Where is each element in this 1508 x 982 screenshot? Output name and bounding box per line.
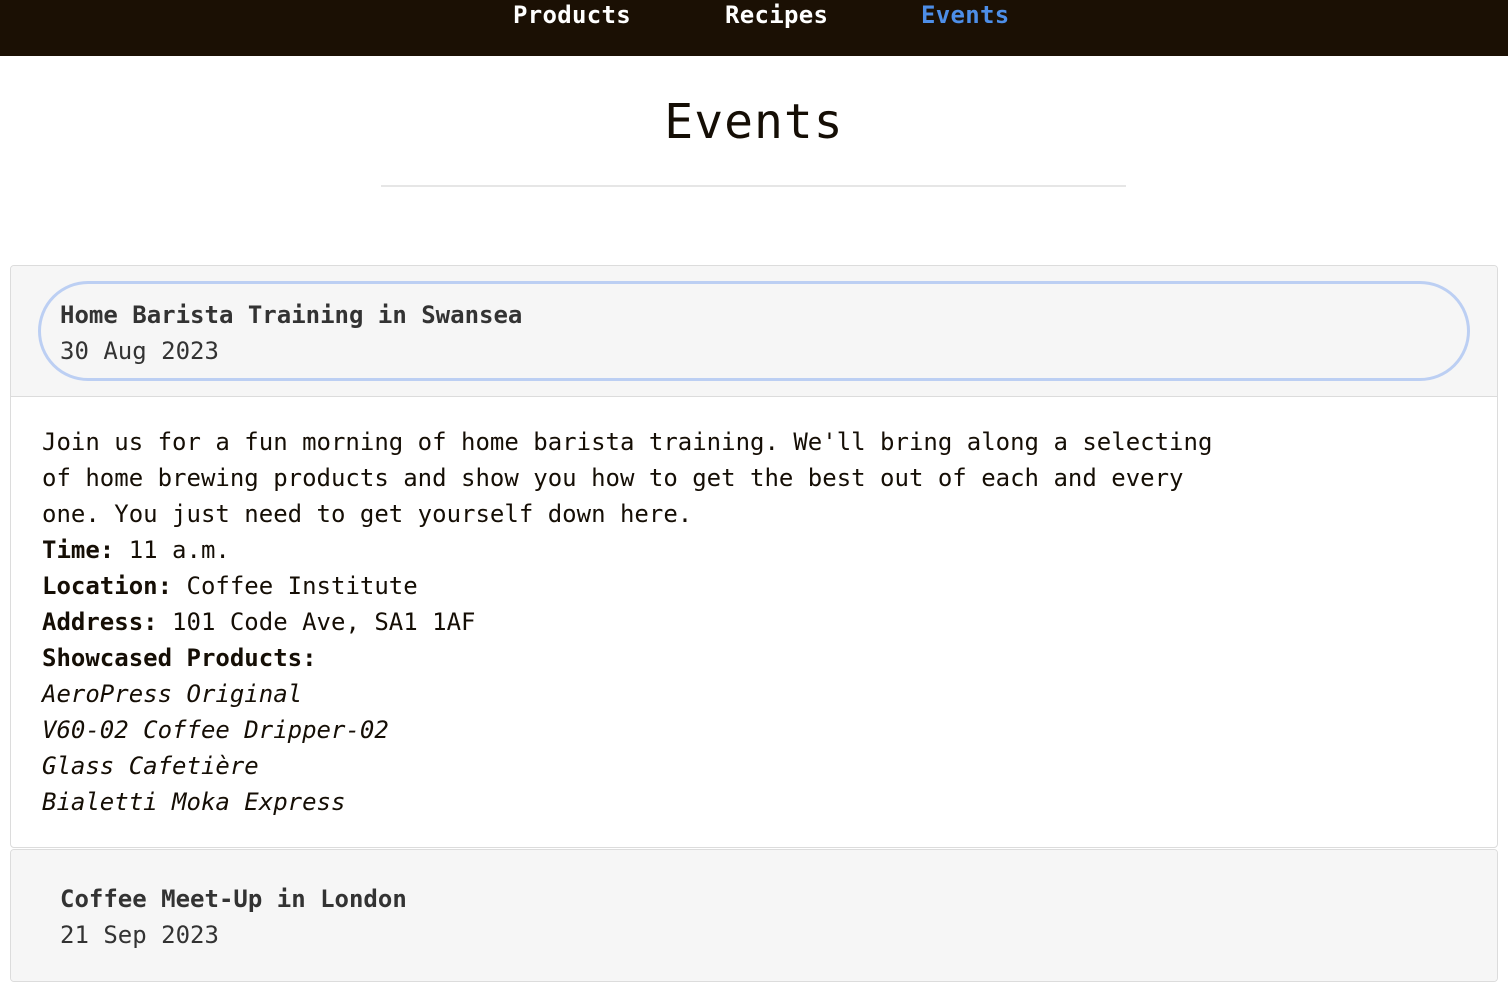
showcased-product: AeroPress Original bbox=[42, 680, 303, 708]
event-item: Home Barista Training in Swansea 30 Aug … bbox=[10, 265, 1498, 848]
event-name: Coffee Meet-Up in London bbox=[60, 885, 407, 913]
showcased-product: V60-02 Coffee Dripper-02 bbox=[42, 716, 389, 744]
address-label: Address: bbox=[42, 608, 158, 636]
event-time: 11 a.m. bbox=[128, 536, 230, 564]
title-divider bbox=[381, 185, 1126, 187]
showcased-products-label: Showcased Products: bbox=[42, 644, 317, 672]
event-details: Join us for a fun morning of home barist… bbox=[11, 397, 1497, 847]
event-date: 21 Sep 2023 bbox=[60, 921, 219, 949]
event-date: 30 Aug 2023 bbox=[60, 337, 219, 365]
events-accordion: Home Barista Training in Swansea 30 Aug … bbox=[10, 265, 1498, 982]
event-item: Coffee Meet-Up in London 21 Sep 2023 bbox=[10, 849, 1498, 982]
top-navigation: Products Recipes Events bbox=[0, 0, 1508, 56]
nav-link-events[interactable]: Events bbox=[921, 0, 1010, 30]
event-header-button[interactable]: Coffee Meet-Up in London 21 Sep 2023 bbox=[38, 865, 1470, 965]
nav-link-products[interactable]: Products bbox=[513, 0, 631, 30]
page-title: Events bbox=[664, 94, 844, 150]
time-label: Time: bbox=[42, 536, 115, 564]
event-header-button[interactable]: Home Barista Training in Swansea 30 Aug … bbox=[38, 281, 1470, 381]
showcased-product: Bialetti Moka Express bbox=[42, 788, 346, 816]
showcased-product: Glass Cafetière bbox=[42, 752, 259, 780]
event-header[interactable]: Home Barista Training in Swansea 30 Aug … bbox=[11, 266, 1497, 397]
event-time-row: Time: 11 a.m. bbox=[42, 532, 1466, 568]
event-header[interactable]: Coffee Meet-Up in London 21 Sep 2023 bbox=[11, 850, 1497, 981]
event-location: Coffee Institute bbox=[186, 572, 418, 600]
event-description: Join us for a fun morning of home barist… bbox=[42, 428, 1213, 528]
event-name: Home Barista Training in Swansea bbox=[60, 301, 523, 329]
event-address-row: Address: 101 Code Ave, SA1 1AF bbox=[42, 604, 1466, 640]
event-address: 101 Code Ave, SA1 1AF bbox=[172, 608, 476, 636]
nav-link-recipes[interactable]: Recipes bbox=[725, 0, 828, 30]
event-location-row: Location: Coffee Institute bbox=[42, 568, 1466, 604]
location-label: Location: bbox=[42, 572, 173, 600]
